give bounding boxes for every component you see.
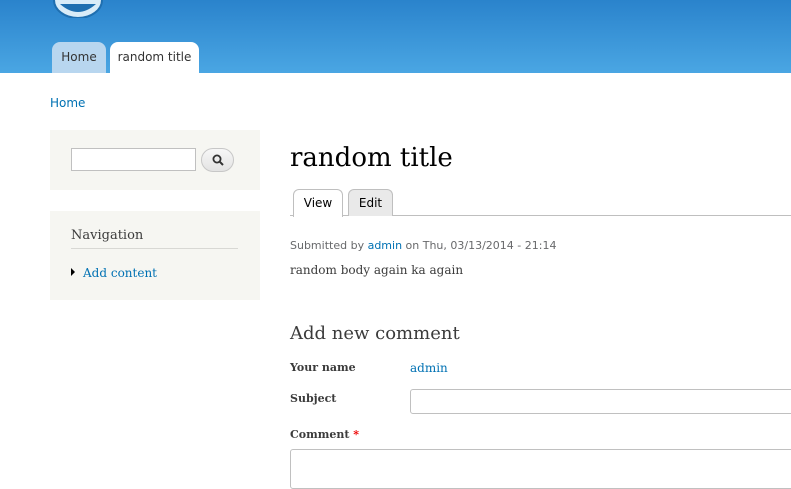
submitted-info: Submitted by admin on Thu, 03/13/2014 - … xyxy=(290,239,556,252)
tab-random-title[interactable]: random title xyxy=(110,42,199,73)
tab-view[interactable]: View xyxy=(293,189,343,217)
your-name-link[interactable]: admin xyxy=(410,361,448,375)
search-input[interactable] xyxy=(71,148,196,171)
page-title: random title xyxy=(290,143,453,173)
subject-field[interactable] xyxy=(410,389,791,414)
comment-label: Comment * xyxy=(290,428,359,441)
comment-textarea[interactable] xyxy=(290,449,791,489)
subject-label: Subject xyxy=(290,392,337,405)
breadcrumb[interactable]: Home xyxy=(50,96,85,110)
site-logo[interactable] xyxy=(50,0,106,18)
author-link[interactable]: admin xyxy=(368,239,402,252)
required-marker: * xyxy=(353,428,360,441)
submitted-date: on Thu, 03/13/2014 - 21:14 xyxy=(405,239,557,252)
tab-edit[interactable]: Edit xyxy=(348,189,393,216)
comment-form-title: Add new comment xyxy=(290,323,460,344)
node-body: random body again ka again xyxy=(290,263,464,277)
bullet-icon xyxy=(71,268,75,276)
navigation-block: Navigation Add content xyxy=(50,211,260,300)
submitted-prefix: Submitted by xyxy=(290,239,365,252)
comment-label-text: Comment xyxy=(290,428,350,441)
search-icon xyxy=(212,154,224,166)
site-header: Home random title xyxy=(0,0,791,73)
your-name-label: Your name xyxy=(290,361,356,374)
search-button[interactable] xyxy=(201,148,234,172)
search-block xyxy=(50,130,260,190)
nav-item-add-content[interactable]: Add content xyxy=(71,266,157,280)
nav-item-label[interactable]: Add content xyxy=(83,266,157,280)
breadcrumb-home-link[interactable]: Home xyxy=(50,96,85,110)
navigation-title: Navigation xyxy=(71,228,238,249)
tab-home[interactable]: Home xyxy=(52,42,106,73)
